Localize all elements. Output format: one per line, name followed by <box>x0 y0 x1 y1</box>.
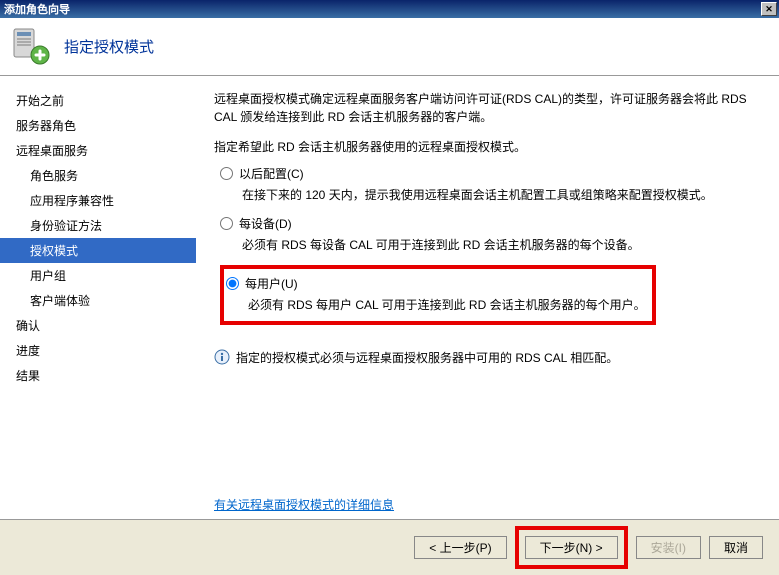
info-note: 指定的授权模式必须与远程桌面授权服务器中可用的 RDS CAL 相匹配。 <box>214 349 761 366</box>
window-title: 添加角色向导 <box>4 1 761 17</box>
radio-later[interactable] <box>220 167 233 180</box>
radio-later-desc: 在接下来的 120 天内，提示我使用远程桌面会话主机配置工具或组策略来配置授权模… <box>242 186 761 203</box>
sidebar-item-auth-method[interactable]: 身份验证方法 <box>0 213 196 238</box>
titlebar: 添加角色向导 ✕ <box>0 0 779 18</box>
radio-option-per-device: 每设备(D) 必须有 RDS 每设备 CAL 可用于连接到此 RD 会话主机服务… <box>220 215 761 253</box>
close-button[interactable]: ✕ <box>761 2 777 16</box>
info-text: 指定的授权模式必须与远程桌面授权服务器中可用的 RDS CAL 相匹配。 <box>236 349 618 366</box>
radio-per-device-desc: 必须有 RDS 每设备 CAL 可用于连接到此 RD 会话主机服务器的每个设备。 <box>242 236 761 253</box>
wizard-icon <box>10 27 50 67</box>
radio-option-later: 以后配置(C) 在接下来的 120 天内，提示我使用远程桌面会话主机配置工具或组… <box>220 165 761 203</box>
info-icon <box>214 349 230 365</box>
page-title: 指定授权模式 <box>64 36 154 57</box>
radio-per-user[interactable] <box>226 277 239 290</box>
description-text: 远程桌面授权模式确定远程桌面服务客户端访问许可证(RDS CAL)的类型，许可证… <box>214 90 761 126</box>
wizard-sidebar: 开始之前 服务器角色 远程桌面服务 角色服务 应用程序兼容性 身份验证方法 授权… <box>0 76 196 519</box>
sidebar-item-progress[interactable]: 进度 <box>0 338 196 363</box>
sidebar-item-licensing-mode[interactable]: 授权模式 <box>0 238 196 263</box>
radio-later-label: 以后配置(C) <box>239 165 304 182</box>
radio-per-user-label: 每用户(U) <box>245 275 298 292</box>
install-button: 安装(I) <box>636 536 701 559</box>
sidebar-item-confirm[interactable]: 确认 <box>0 313 196 338</box>
prompt-text: 指定希望此 RD 会话主机服务器使用的远程桌面授权模式。 <box>214 138 761 155</box>
prev-button[interactable]: < 上一步(P) <box>414 536 506 559</box>
next-button[interactable]: 下一步(N) > <box>525 536 618 559</box>
radio-per-user-desc: 必须有 RDS 每用户 CAL 可用于连接到此 RD 会话主机服务器的每个用户。 <box>248 296 646 313</box>
sidebar-item-before-begin[interactable]: 开始之前 <box>0 88 196 113</box>
sidebar-item-app-compat[interactable]: 应用程序兼容性 <box>0 188 196 213</box>
wizard-main: 远程桌面授权模式确定远程桌面服务客户端访问许可证(RDS CAL)的类型，许可证… <box>196 76 779 519</box>
wizard-header: 指定授权模式 <box>0 18 779 76</box>
sidebar-item-server-roles[interactable]: 服务器角色 <box>0 113 196 138</box>
more-info-link[interactable]: 有关远程桌面授权模式的详细信息 <box>214 498 394 512</box>
radio-per-device-label: 每设备(D) <box>239 215 292 232</box>
cancel-button[interactable]: 取消 <box>709 536 763 559</box>
radio-per-device[interactable] <box>220 217 233 230</box>
sidebar-item-role-services[interactable]: 角色服务 <box>0 163 196 188</box>
highlight-next: 下一步(N) > <box>515 526 628 569</box>
sidebar-item-results[interactable]: 结果 <box>0 363 196 388</box>
radio-option-per-user: 每用户(U) 必须有 RDS 每用户 CAL 可用于连接到此 RD 会话主机服务… <box>226 275 646 313</box>
sidebar-item-client-exp[interactable]: 客户端体验 <box>0 288 196 313</box>
wizard-footer: < 上一步(P) 下一步(N) > 安装(I) 取消 <box>0 519 779 575</box>
sidebar-item-rds[interactable]: 远程桌面服务 <box>0 138 196 163</box>
sidebar-item-user-groups[interactable]: 用户组 <box>0 263 196 288</box>
highlight-per-user: 每用户(U) 必须有 RDS 每用户 CAL 可用于连接到此 RD 会话主机服务… <box>220 265 656 325</box>
